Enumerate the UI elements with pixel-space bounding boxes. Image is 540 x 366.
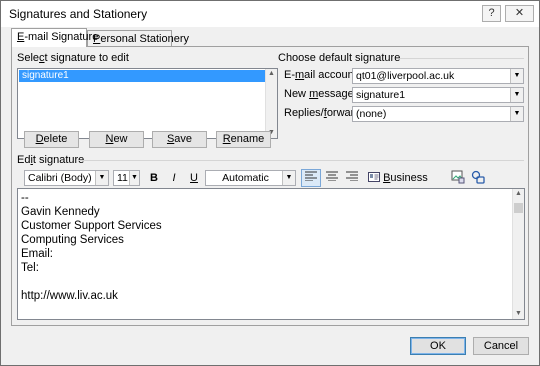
chevron-down-icon[interactable]: ▼ bbox=[129, 171, 139, 185]
close-button[interactable]: ✕ bbox=[505, 5, 534, 22]
chevron-down-icon[interactable]: ▼ bbox=[510, 88, 523, 102]
chevron-down-icon[interactable]: ▼ bbox=[510, 69, 523, 83]
hyperlink-icon bbox=[471, 170, 485, 184]
new-messages-select[interactable]: signature1 ▼ bbox=[352, 87, 524, 103]
signature-line: Gavin Kennedy bbox=[21, 206, 100, 218]
delete-label: elete bbox=[43, 133, 68, 145]
font-size-value: 11 bbox=[117, 172, 128, 184]
title-bar: Signatures and Stationery ? ✕ bbox=[1, 1, 539, 27]
edit-label-post: t signature bbox=[32, 154, 85, 166]
signature-line: Computing Services bbox=[21, 234, 124, 246]
picture-icon bbox=[451, 170, 465, 184]
tab-email-signature[interactable]: E-mail Signature bbox=[11, 28, 98, 47]
new-messages-value: signature1 bbox=[356, 89, 406, 101]
new-msg-label-pre: New bbox=[284, 88, 310, 100]
signature-line: Customer Support Services bbox=[21, 220, 162, 232]
default-signature-divider bbox=[400, 58, 524, 59]
ok-button[interactable]: OK bbox=[410, 337, 466, 355]
font-color-value: Automatic bbox=[222, 172, 269, 184]
align-right-button[interactable] bbox=[343, 170, 361, 186]
email-label-mnemonic: m bbox=[295, 69, 305, 81]
list-item[interactable]: signature1 bbox=[19, 70, 265, 82]
save-button[interactable]: Save bbox=[152, 131, 207, 148]
new-msg-label-mnemonic: m bbox=[309, 88, 319, 100]
tab-personal-stationery-label: ersonal Stationery bbox=[100, 33, 190, 45]
edit-label-pre: Ed bbox=[17, 154, 31, 166]
insert-hyperlink-button[interactable] bbox=[469, 170, 487, 186]
email-account-label: E-mail account: bbox=[284, 69, 360, 81]
business-card-icon bbox=[368, 172, 380, 182]
save-label: ave bbox=[174, 133, 193, 145]
replies-forwards-value: (none) bbox=[356, 108, 387, 120]
select-label-pre: Sele bbox=[17, 52, 40, 64]
signature-line: Tel: bbox=[21, 262, 39, 274]
editor-scrollbar[interactable]: ▲ ▼ bbox=[512, 189, 524, 319]
signature-editor[interactable]: -- Gavin Kennedy Customer Support Servic… bbox=[17, 188, 525, 320]
select-label-post: t signature to edit bbox=[44, 52, 129, 64]
new-messages-label: New messages: bbox=[284, 88, 362, 100]
select-signature-label: Select signature to edit bbox=[17, 52, 129, 64]
chevron-down-icon[interactable]: ▼ bbox=[95, 171, 108, 185]
signature-list[interactable]: signature1 ▲ ▼ bbox=[17, 68, 278, 139]
rename-button[interactable]: Rename bbox=[216, 131, 271, 148]
default-signature-heading: Choose default signature bbox=[278, 52, 401, 64]
chevron-down-icon[interactable]: ▼ bbox=[282, 171, 295, 185]
tab-personal-stationery[interactable]: Personal Stationery bbox=[87, 30, 189, 47]
signature-line: http://www.liv.ac.uk bbox=[21, 290, 118, 302]
new-button[interactable]: New bbox=[89, 131, 144, 148]
email-signature-panel: Select signature to edit signature1 ▲ ▼ … bbox=[11, 46, 529, 326]
font-size-select[interactable]: 11 ▼ bbox=[113, 170, 140, 186]
align-left-button[interactable] bbox=[301, 169, 321, 187]
insert-picture-button[interactable] bbox=[449, 170, 467, 186]
signature-list-scrollbar[interactable]: ▲ ▼ bbox=[265, 69, 277, 138]
scroll-up-icon[interactable]: ▲ bbox=[515, 190, 522, 198]
scroll-down-icon[interactable]: ▼ bbox=[515, 310, 522, 318]
signatures-dialog: Signatures and Stationery ? ✕ E-mail Sig… bbox=[0, 0, 540, 366]
email-label-pre: E- bbox=[284, 69, 295, 81]
underline-button[interactable]: U bbox=[186, 170, 202, 186]
signature-line: Email: bbox=[21, 248, 53, 260]
replies-label-pre: Replies/ bbox=[284, 107, 324, 119]
email-account-value: qt01@liverpool.ac.uk bbox=[356, 70, 455, 82]
edit-signature-label: Edit signature bbox=[17, 154, 84, 166]
font-family-select[interactable]: Calibri (Body) ▼ bbox=[24, 170, 109, 186]
help-button[interactable]: ? bbox=[482, 5, 501, 22]
delete-mnemonic: D bbox=[35, 133, 44, 145]
rename-label: ename bbox=[230, 133, 265, 145]
new-label: ew bbox=[113, 133, 128, 145]
rename-mnemonic: R bbox=[222, 133, 231, 145]
font-color-select[interactable]: Automatic ▼ bbox=[205, 170, 296, 186]
delete-button[interactable]: Delete bbox=[24, 131, 79, 148]
align-center-button[interactable] bbox=[323, 170, 341, 186]
bold-button[interactable]: B bbox=[146, 170, 162, 186]
signature-line: -- bbox=[21, 192, 29, 204]
align-center-icon bbox=[326, 171, 338, 182]
scroll-up-icon[interactable]: ▲ bbox=[268, 70, 275, 78]
cancel-button[interactable]: Cancel bbox=[473, 337, 529, 355]
window-title: Signatures and Stationery bbox=[9, 7, 148, 21]
align-left-icon bbox=[305, 171, 317, 182]
italic-button[interactable]: I bbox=[166, 170, 182, 186]
align-right-icon bbox=[346, 171, 358, 182]
email-account-select[interactable]: qt01@liverpool.ac.uk ▼ bbox=[352, 68, 524, 84]
tab-email-signature-label: -mail Signature bbox=[24, 31, 99, 43]
business-card-button[interactable]: Business Card bbox=[368, 170, 442, 200]
edit-signature-divider bbox=[78, 160, 524, 161]
chevron-down-icon[interactable]: ▼ bbox=[510, 107, 523, 121]
replies-forwards-select[interactable]: (none) ▼ bbox=[352, 106, 524, 122]
font-family-value: Calibri (Body) bbox=[28, 172, 92, 184]
scroll-thumb[interactable] bbox=[514, 203, 523, 213]
